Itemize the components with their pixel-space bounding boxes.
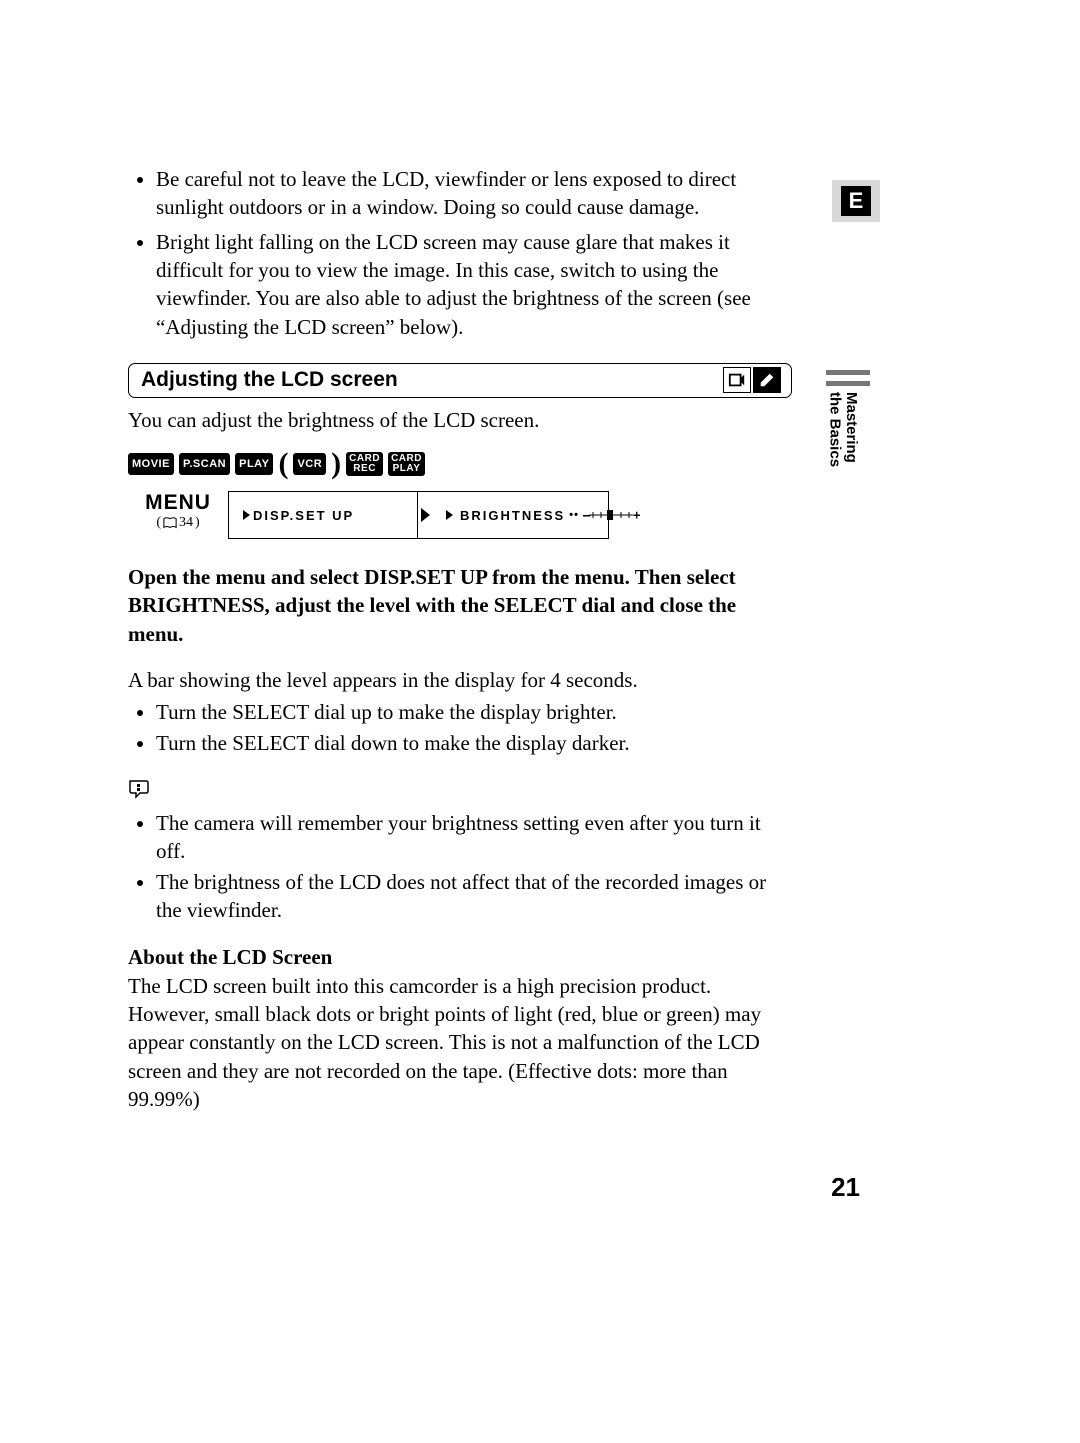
- menu-page-number: 34: [179, 515, 193, 531]
- section-side-tab: Mastering the Basics: [826, 370, 870, 471]
- triangle-icon: [421, 508, 430, 522]
- intro-text: You can adjust the brightness of the LCD…: [128, 408, 788, 433]
- page-number: 21: [831, 1172, 860, 1203]
- section-title: Adjusting the LCD screen: [141, 368, 398, 392]
- note-list: The camera will remember your brightness…: [128, 809, 788, 924]
- body-bullet-list: Turn the SELECT dial up to make the disp…: [128, 698, 788, 757]
- language-badge-letter: E: [841, 186, 872, 216]
- side-tab-bar: [826, 370, 870, 375]
- book-icon: [163, 517, 177, 529]
- mode-card-rec-icon: CARD REC: [346, 452, 383, 476]
- slider-plus: +: [633, 508, 639, 522]
- mode-card-play-icon: CARD PLAY: [388, 452, 425, 476]
- triangle-icon: [243, 510, 250, 520]
- mode-strip: MOVIE P.SCAN PLAY ( VCR ) CARD REC CARD …: [128, 447, 788, 481]
- list-item: The camera will remember your brightness…: [156, 809, 788, 866]
- note-icon: [128, 779, 788, 805]
- caution-list-item: Be careful not to leave the LCD, viewfin…: [156, 165, 788, 222]
- list-item: Turn the SELECT dial down to make the di…: [156, 729, 788, 757]
- list-item: The brightness of the LCD does not affec…: [156, 868, 788, 925]
- instruction-text: Open the menu and select DISP.SET UP fro…: [128, 563, 788, 648]
- mode-card-play-bot: PLAY: [393, 463, 421, 474]
- menu-step-1-label: DISP.SET UP: [253, 508, 354, 523]
- menu-step-2: BRIGHTNESS •• – +: [432, 491, 609, 539]
- caution-list-item: Bright light falling on the LCD screen m…: [156, 228, 788, 341]
- side-tab-bar: [826, 381, 870, 386]
- menu-label-block: MENU ( 34): [128, 491, 228, 539]
- paren-open: (: [278, 447, 288, 481]
- brightness-slider-graphic: – +: [583, 508, 639, 522]
- about-body: The LCD screen built into this camcorder…: [128, 972, 788, 1114]
- paren-close: ): [331, 447, 341, 481]
- side-tab-line2: the Basics: [827, 392, 844, 467]
- menu-label: MENU: [128, 491, 228, 515]
- menu-step-1: DISP.SET UP: [228, 491, 418, 539]
- pencil-icon: [753, 367, 781, 393]
- about-heading: About the LCD Screen: [128, 945, 788, 970]
- mode-play-icon: PLAY: [235, 453, 273, 475]
- caution-list: Be careful not to leave the LCD, viewfin…: [128, 165, 788, 341]
- page-content: Be careful not to leave the LCD, viewfin…: [128, 165, 788, 1117]
- mode-pscan-icon: P.SCAN: [179, 453, 230, 475]
- triangle-icon: [446, 510, 453, 520]
- mode-vcr-icon: VCR: [293, 453, 326, 475]
- viewfinder-icon: [723, 367, 751, 393]
- mode-card-rec-bot: REC: [353, 463, 376, 474]
- menu-page-ref: ( 34): [128, 515, 228, 531]
- menu-path-row: MENU ( 34) DISP.SET UP BRIGHTNESS •• – +: [128, 491, 788, 539]
- language-badge: E: [832, 180, 880, 222]
- menu-separator-arrow: [418, 491, 432, 539]
- list-item: Turn the SELECT dial up to make the disp…: [156, 698, 788, 726]
- mode-movie-icon: MOVIE: [128, 453, 174, 475]
- section-heading: Adjusting the LCD screen: [128, 363, 792, 398]
- side-tab-line1: Mastering: [843, 392, 860, 463]
- menu-step-2-label: BRIGHTNESS: [460, 508, 565, 523]
- body-paragraph: A bar showing the level appears in the d…: [128, 666, 788, 694]
